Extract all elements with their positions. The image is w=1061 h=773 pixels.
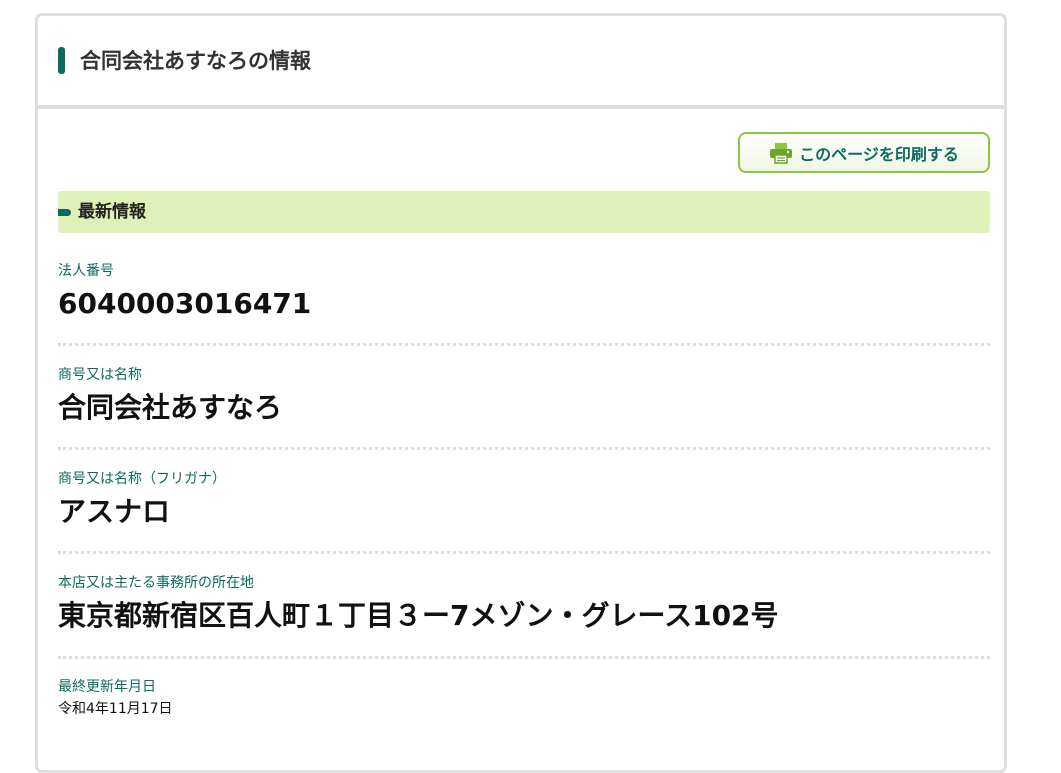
field-value: 東京都新宿区百人町１丁目３ー7メゾン・グレース102号	[58, 599, 779, 632]
field-label: 商号又は名称（フリガナ）	[58, 471, 226, 487]
print-page-button[interactable]: このページを印刷する	[738, 132, 990, 173]
address-field: 本店又は主たる事務所の所在地 東京都新宿区百人町１丁目３ー7メゾン・グレース10…	[58, 574, 990, 634]
field-label: 本店又は主たる事務所の所在地	[58, 575, 254, 591]
field-value: 合同会社あすなろ	[58, 391, 283, 424]
field-value: 6040003016471	[58, 287, 312, 320]
field-label: 最終更新年月日	[58, 679, 156, 695]
last-updated-field: 最終更新年月日 令和4年11月17日	[58, 678, 990, 718]
field-label: 法人番号	[58, 263, 114, 279]
trade-name-kana-field: 商号又は名称（フリガナ） アスナロ	[58, 470, 990, 530]
header-accent-bar	[58, 47, 65, 74]
field-label: 商号又は名称	[58, 367, 142, 383]
printer-icon	[770, 142, 793, 164]
corporate-number-field: 法人番号 6040003016471	[58, 262, 990, 322]
panel-header: 合同会社あすなろの情報	[38, 16, 1004, 109]
field-value: 令和4年11月17日	[58, 701, 173, 717]
divider	[58, 551, 990, 554]
page-title: 合同会社あすなろの情報	[80, 49, 311, 73]
field-value: アスナロ	[58, 495, 171, 528]
latest-info-section-header: 最新情報	[58, 191, 990, 233]
trade-name-field: 商号又は名称 合同会社あすなろ	[58, 366, 990, 426]
print-page-label: このページを印刷する	[799, 144, 959, 164]
corporate-info-panel: 合同会社あすなろの情報 このページを印刷する 最新情報 法人番号 6040003…	[35, 13, 1007, 773]
divider	[58, 656, 990, 659]
section-marker	[58, 209, 71, 216]
section-title: 最新情報	[78, 202, 146, 222]
divider	[58, 343, 990, 346]
divider	[58, 447, 990, 450]
